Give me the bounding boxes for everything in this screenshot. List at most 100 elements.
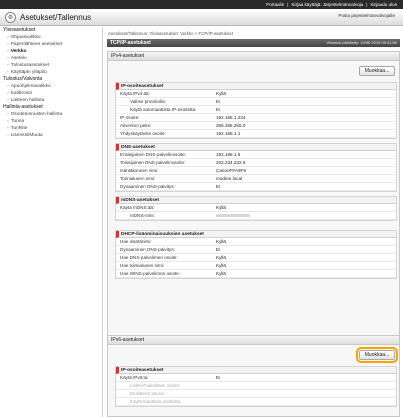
sidebar-group-label: Hallinta-asetukset bbox=[3, 104, 43, 110]
setting-label: Dynaaminen DNS-päivitys: bbox=[120, 247, 175, 252]
ipv4-panel: IPv4-asetukset Muokkaa... IP-osoiteasetu… bbox=[107, 51, 400, 377]
setting-value: modem.local bbox=[216, 176, 243, 181]
sidebar-item[interactable]: ▫ Asetelu bbox=[0, 55, 102, 62]
sidebar-item[interactable]: ▫ Tunna bbox=[0, 118, 102, 125]
setting-value: Kyllä bbox=[216, 271, 226, 276]
top-link-bar: Portaalin | Kirjaa käyttäjä: Järjestelmä… bbox=[0, 0, 403, 9]
setting-label: Aliverkon peite: bbox=[120, 123, 152, 128]
setting-value: 202.234.232.6 bbox=[216, 160, 246, 165]
sidebar-item[interactable]: ▫ Lisenssi/Muuta bbox=[0, 132, 102, 139]
ipv4-edit-button[interactable]: Muokkaa... bbox=[359, 66, 395, 76]
sidebar-item-label: TunRite bbox=[10, 126, 28, 131]
setting-row: IP-osoite: 192.168.1.234 bbox=[116, 114, 396, 122]
sidebar-item[interactable]: ▫ Ohjausvalikko bbox=[0, 34, 102, 41]
sidebar-item[interactable]: ▫ Paperilähteen asetukset bbox=[0, 41, 102, 48]
setting-value: 255.255.255.0 bbox=[216, 123, 246, 128]
setting-row: Käytä mDNS:ää: Kyllä bbox=[116, 204, 396, 212]
setting-label: Valitse protokolla: bbox=[130, 99, 166, 104]
sidebar-item-label: Ohjausvalikko bbox=[10, 35, 41, 40]
bullet-icon: ▫ bbox=[7, 63, 9, 68]
setting-value: Kyllä bbox=[216, 91, 226, 96]
setting-label: Isäntäkoneen nimi: bbox=[120, 168, 159, 173]
sidebar-item-label: Osoitetunnusten hallinta bbox=[10, 112, 63, 117]
bullet-icon: ▫ bbox=[7, 112, 9, 117]
setting-row: Käytä automaattista IP-osoitetta: Ei bbox=[116, 106, 396, 114]
setting-label: IP-osoite: bbox=[120, 115, 140, 120]
setting-value bbox=[216, 212, 250, 220]
sidebar-item[interactable]: ▫ Verkko bbox=[0, 48, 102, 55]
setting-label: Hae DNS-palvelimen osoite: bbox=[120, 255, 178, 260]
setting-label: Hae WINS-palvelimen osoite: bbox=[120, 271, 180, 276]
setting-label: Linkki-Paikallinen osoite: bbox=[130, 383, 181, 388]
bullet-icon: ▫ bbox=[7, 42, 9, 47]
sidebar-item[interactable]: ▫ Tulostusasetukset bbox=[0, 62, 102, 69]
bullet-icon: ▫ bbox=[7, 91, 9, 96]
setting-label: Käytä staattista osoitetta: bbox=[130, 399, 182, 404]
main-content: Asetukset/Tallennus: Yleisasetukset: Ver… bbox=[104, 27, 403, 417]
setting-value: Kyllä bbox=[216, 239, 226, 244]
sidebar-item-label: Asetelu bbox=[10, 56, 27, 61]
setting-row: Toimialueen nimi: modem.local bbox=[116, 175, 396, 183]
setting-row: Dynaaminen DNS-päivitys: Ei bbox=[116, 183, 396, 191]
setting-value: Kyllä bbox=[216, 255, 226, 260]
section-title: IP-osoiteasetukset bbox=[116, 367, 396, 374]
sidebar-item[interactable]: ▫ TunRite bbox=[0, 125, 102, 132]
breadcrumb: Asetukset/Tallennus: Yleisasetukset: Ver… bbox=[108, 31, 233, 36]
mdns-section: mDNS-asetukset Käytä mDNS:ää: Kyllä mDNS-n… bbox=[115, 196, 397, 221]
setting-row: Käytä IPv4:ää: Kyllä bbox=[116, 90, 396, 98]
bullet-icon: ▫ bbox=[7, 70, 9, 75]
sidebar-item-label: Verkko bbox=[10, 49, 27, 54]
setting-row: Ensisijainen DNS-palvelinosoite: 192.168.… bbox=[116, 151, 396, 159]
ipv6-edit-button[interactable]: Muokkaa... bbox=[356, 347, 398, 363]
setting-value: Kyllä bbox=[216, 263, 226, 268]
setting-label: mDNS-nimi: bbox=[130, 213, 155, 218]
setting-row: Hae WINS-palvelimen osoite: Kyllä bbox=[116, 270, 396, 278]
section-title: DHCP-lisäominaisuuksien asetukset bbox=[116, 231, 396, 238]
bullet-icon: ▫ bbox=[7, 126, 9, 131]
app-title: Asetukset/Tallennus bbox=[20, 13, 92, 22]
setting-label: Käytä IPv6:ta: bbox=[120, 375, 149, 380]
sidebar-item[interactable]: ▫ Osoitetunnusten hallinta bbox=[0, 111, 102, 118]
setting-label: Yhdyskäytävän osoite: bbox=[120, 131, 166, 136]
setting-row: Hae isäntänimi: Kyllä bbox=[116, 238, 396, 246]
sidebar-item-label: Käyttäjän ylläpito bbox=[10, 70, 47, 75]
setting-label: Dynaaminen DNS-päivitys: bbox=[120, 184, 175, 189]
sidebar-item-label: Kalibrointi bbox=[10, 91, 32, 96]
login-user-link[interactable]: Kirjaa käyttäjä: Järjestelmänvalvoja bbox=[291, 2, 363, 7]
section-title: DNS-asetukset bbox=[116, 144, 396, 151]
setting-value: Ei bbox=[216, 184, 221, 189]
logout-link[interactable]: Kirjaudu ulos bbox=[370, 2, 397, 7]
setting-row: Linkki-Paikallinen osoite: bbox=[116, 382, 396, 390]
sidebar-item-label: Lisenssi/Muuta bbox=[10, 133, 43, 138]
portal-link[interactable]: Portaalin bbox=[266, 2, 284, 7]
bullet-icon: ▫ bbox=[7, 119, 9, 124]
setting-value: CanonFFA9F9 bbox=[216, 168, 246, 173]
ipv6-panel-title: IPv6-asetukset bbox=[108, 336, 399, 345]
setting-label: Hae isäntänimi: bbox=[120, 239, 152, 244]
section-title: mDNS-asetukset bbox=[116, 197, 396, 204]
setting-row: Käytä IPv6:ta: Ei bbox=[116, 374, 396, 382]
setting-row: Etuliitteen pituus: bbox=[116, 390, 396, 398]
ipv4-ip-section: IP-osoiteasetukset Käytä IPv4:ää: Kyllä Va… bbox=[115, 82, 397, 139]
setting-row: Valitse protokolla: Ei bbox=[116, 98, 396, 106]
setting-row: Yhdyskäytävän osoite: 192.168.1.1 bbox=[116, 130, 396, 138]
bullet-icon: ▫ bbox=[7, 35, 9, 40]
sidebar-item[interactable]: ▫ Käyttäjän ylläpito bbox=[0, 69, 102, 76]
sidebar-item[interactable]: ▫ Apuohjelmavalikko bbox=[0, 83, 102, 90]
setting-value: 192.168.1.1 bbox=[216, 131, 241, 136]
mail-admin-link[interactable]: Posta järjestelmänvalvojalle bbox=[338, 13, 395, 18]
app-header: ⚙ Asetukset/Tallennus Posta järjestelmän… bbox=[0, 9, 403, 26]
sidebar-item[interactable]: ▫ Kalibrointi bbox=[0, 90, 102, 97]
setting-label: Etuliitteen pituus: bbox=[130, 391, 165, 396]
setting-row: Käytä staattista osoitetta: bbox=[116, 398, 396, 406]
bullet-icon: ▫ bbox=[7, 56, 9, 61]
sidebar-item[interactable]: ▫ Laitteen hallinta bbox=[0, 97, 102, 104]
setting-label: Ensisijainen DNS-palvelinosoite: bbox=[120, 152, 187, 157]
setting-value: 192.168.1.234 bbox=[216, 115, 246, 120]
section-title: IP-osoiteasetukset bbox=[116, 83, 396, 90]
sidebar-group-label: Tulostus/Valvonta bbox=[3, 76, 43, 82]
dns-section: DNS-asetukset Ensisijainen DNS-palvelino… bbox=[115, 143, 397, 192]
setting-row: Hae DNS-palvelimen osoite: Kyllä bbox=[116, 254, 396, 262]
setting-label: Käytä automaattista IP-osoitetta: bbox=[130, 107, 197, 112]
sidebar-item-label: Paperilähteen asetukset bbox=[10, 42, 63, 47]
